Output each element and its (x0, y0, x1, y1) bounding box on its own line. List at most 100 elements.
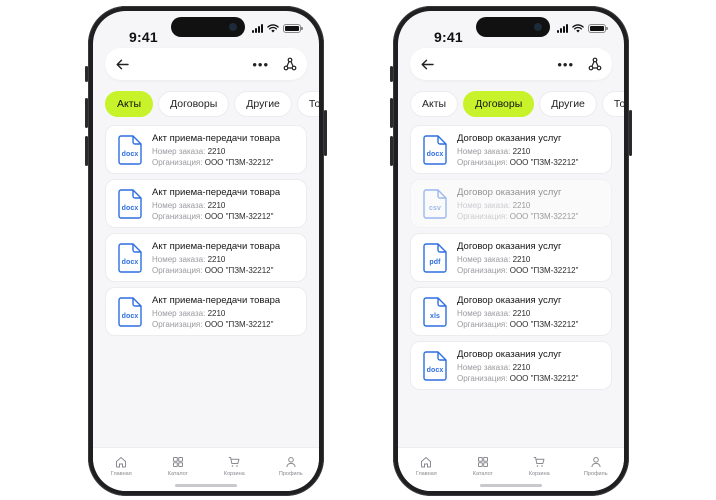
stage: 9:41 ••• Акты Договоры Другие То docx Ак… (0, 0, 716, 500)
nav-label: Профиль (278, 471, 303, 477)
status-time: 9:41 (434, 29, 463, 45)
document-card[interactable]: docx Акт приема-передачи товара Номер за… (105, 287, 307, 336)
document-title: Акт приема-передачи товара (152, 294, 281, 306)
order-number: Номер заказа: 2210 (152, 255, 280, 264)
cart-icon (229, 457, 240, 467)
order-number: Номер заказа: 2210 (152, 309, 280, 318)
nav-label: Каталог (472, 471, 493, 477)
order-value: 2210 (512, 362, 531, 372)
tab-contracts[interactable]: Договоры (463, 91, 535, 117)
nav-label: Профиль (583, 471, 608, 477)
nav-home[interactable]: Главная (398, 448, 455, 491)
pdf-file-icon: pdf (423, 242, 447, 273)
more-dots-icon[interactable]: ••• (557, 58, 574, 71)
catalog-icon (477, 457, 488, 467)
status-bar: 9:41 (398, 11, 624, 45)
dynamic-island (476, 17, 550, 37)
org-label: Организация: (457, 211, 508, 221)
order-number: Номер заказа: 2210 (457, 147, 578, 156)
org-label: Организация: (457, 265, 508, 275)
file-extension: csv (429, 204, 441, 212)
organization: Организация: ООО "ПЗМ-32212" (152, 158, 280, 167)
document-title: Договор оказания услуг (457, 240, 562, 252)
document-card[interactable]: docx Договор оказания услуг Номер заказа… (410, 125, 612, 174)
organization: Организация: ООО "ПЗМ-32212" (152, 212, 280, 221)
order-label: Номер заказа: (152, 254, 206, 264)
battery-icon (283, 24, 303, 33)
order-number: Номер заказа: 2210 (457, 255, 578, 264)
order-number: Номер заказа: 2210 (152, 201, 280, 210)
tab-acts[interactable]: Акты (410, 91, 459, 117)
document-card[interactable]: pdf Договор оказания услуг Номер заказа:… (410, 233, 612, 282)
filter-tabs: Акты Договоры Другие Товары р (105, 91, 319, 117)
document-title: Договор оказания услуг (457, 186, 562, 198)
profile-icon (286, 457, 296, 468)
document-title: Договор оказания услуг (457, 348, 562, 360)
docx-file-icon: docx (118, 188, 142, 219)
tab-contracts[interactable]: Договоры (158, 91, 230, 117)
wifi-icon (572, 24, 584, 33)
file-extension: docx (121, 312, 139, 320)
camera-icon (534, 23, 542, 31)
volume-up-button (390, 98, 393, 128)
phone-right: 9:41 ••• Акты Договоры Другие То docx До… (390, 6, 632, 496)
home-indicator (480, 484, 542, 487)
org-value: ООО "ПЗМ-32212" (204, 319, 274, 329)
organization: Организация: ООО "ПЗМ-32212" (457, 320, 578, 329)
document-card[interactable]: docx Акт приема-передачи товара Номер за… (105, 233, 307, 282)
org-value: ООО "ПЗМ-32212" (509, 265, 579, 275)
nav-profile[interactable]: Профиль (263, 448, 320, 491)
catalog-icon (172, 457, 183, 467)
volume-up-button (85, 98, 88, 128)
card-text: Акт приема-передачи товара Номер заказа:… (152, 295, 280, 329)
file-extension: docx (121, 150, 139, 158)
more-dots-icon[interactable]: ••• (252, 58, 269, 71)
tab-acts[interactable]: Акты (105, 91, 154, 117)
tab-other[interactable]: Другие (539, 91, 597, 117)
order-number: Номер заказа: 2210 (152, 147, 280, 156)
status-time: 9:41 (129, 29, 158, 45)
home-icon (421, 456, 432, 468)
filter-tabs: Акты Договоры Другие Товары р (410, 91, 624, 117)
power-button (324, 110, 327, 156)
nav-label: Главная (415, 471, 437, 477)
document-card[interactable]: xls Договор оказания услуг Номер заказа:… (410, 287, 612, 336)
profile-icon (591, 457, 601, 468)
document-card-disabled[interactable]: csv Договор оказания услуг Номер заказа:… (410, 179, 612, 228)
volume-down-button (85, 136, 88, 166)
cart-icon (534, 457, 545, 467)
tab-goods[interactable]: Товары р (296, 91, 319, 117)
share-nodes-icon[interactable] (588, 57, 602, 71)
document-card[interactable]: docx Акт приема-передачи товара Номер за… (105, 125, 307, 174)
status-bar: 9:41 (93, 11, 319, 45)
document-title: Договор оказания услуг (457, 132, 562, 144)
order-label: Номер заказа: (457, 308, 511, 318)
org-value: ООО "ПЗМ-32212" (204, 157, 274, 167)
nav-profile[interactable]: Профиль (568, 448, 625, 491)
card-text: Договор оказания услуг Номер заказа: 221… (457, 241, 578, 275)
back-arrow-icon[interactable] (420, 57, 434, 71)
nav-label: Корзина (223, 471, 245, 477)
share-nodes-icon[interactable] (283, 57, 297, 71)
nav-label: Каталог (167, 471, 188, 477)
screen-right: 9:41 ••• Акты Договоры Другие То docx До… (398, 11, 624, 491)
tab-goods[interactable]: Товары р (601, 91, 624, 117)
card-text: Договор оказания услуг Номер заказа: 221… (457, 295, 578, 329)
nav-home[interactable]: Главная (93, 448, 150, 491)
signal-icon (252, 24, 263, 33)
order-value: 2210 (207, 200, 226, 210)
document-card[interactable]: docx Договор оказания услуг Номер заказа… (410, 341, 612, 390)
back-arrow-icon[interactable] (115, 57, 129, 71)
order-number: Номер заказа: 2210 (457, 309, 578, 318)
docx-file-icon: docx (118, 134, 142, 165)
file-extension: docx (121, 204, 139, 212)
document-card[interactable]: docx Акт приема-передачи товара Номер за… (105, 179, 307, 228)
document-title: Акт приема-передачи товара (152, 186, 281, 198)
org-value: ООО "ПЗМ-32212" (204, 211, 274, 221)
tab-other[interactable]: Другие (234, 91, 292, 117)
card-text: Акт приема-передачи товара Номер заказа:… (152, 241, 280, 275)
org-value: ООО "ПЗМ-32212" (509, 373, 579, 383)
order-label: Номер заказа: (457, 254, 511, 264)
mute-switch (390, 66, 393, 82)
org-value: ООО "ПЗМ-32212" (509, 157, 579, 167)
